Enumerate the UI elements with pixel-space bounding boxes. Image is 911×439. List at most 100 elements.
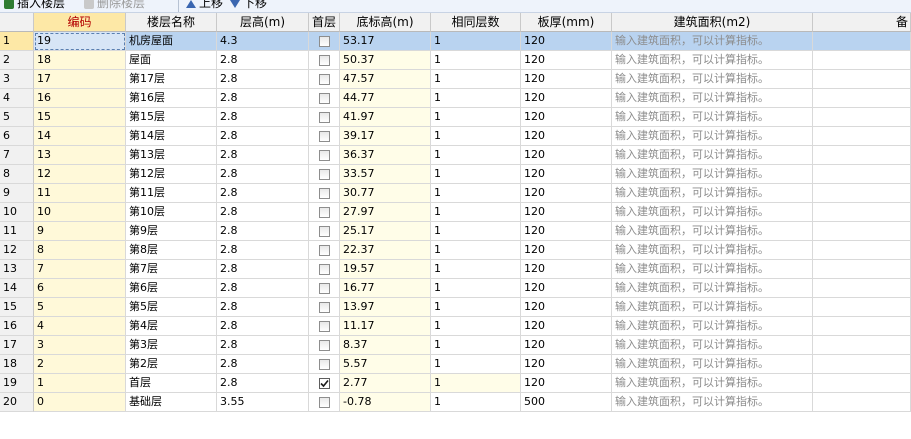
same-count-cell[interactable]: 1 — [431, 222, 521, 241]
bottom-elevation-cell[interactable]: 30.77 — [340, 184, 431, 203]
floor-height-cell[interactable]: 4.3 — [217, 32, 309, 51]
code-cell[interactable]: 1 — [34, 374, 126, 393]
first-floor-checkbox[interactable] — [319, 207, 330, 218]
first-floor-checkbox[interactable] — [319, 74, 330, 85]
remark-cell[interactable] — [813, 184, 911, 203]
slab-thickness-cell[interactable]: 120 — [521, 184, 612, 203]
code-cell[interactable]: 18 — [34, 51, 126, 70]
first-floor-checkbox[interactable] — [319, 264, 330, 275]
table-row[interactable]: 5 15 第15层 2.8 41.97 1 120 输入建筑面积，可以计算指标。 — [0, 108, 911, 127]
first-floor-cell[interactable] — [309, 146, 340, 165]
code-cell[interactable]: 4 — [34, 317, 126, 336]
same-count-cell[interactable]: 1 — [431, 51, 521, 70]
first-floor-cell[interactable] — [309, 317, 340, 336]
same-count-cell[interactable]: 1 — [431, 203, 521, 222]
building-area-cell[interactable]: 输入建筑面积，可以计算指标。 — [612, 203, 813, 222]
floor-height-cell[interactable]: 2.8 — [217, 260, 309, 279]
first-floor-cell[interactable] — [309, 298, 340, 317]
insert-floor-button[interactable]: 插入楼层 — [4, 0, 65, 11]
same-count-cell[interactable]: 1 — [431, 241, 521, 260]
floor-name-cell[interactable]: 第8层 — [126, 241, 217, 260]
first-floor-cell[interactable] — [309, 108, 340, 127]
header-floor-height[interactable]: 层高(m) — [217, 13, 309, 32]
bottom-elevation-cell[interactable]: 50.37 — [340, 51, 431, 70]
code-cell[interactable]: 16 — [34, 89, 126, 108]
building-area-cell[interactable]: 输入建筑面积，可以计算指标。 — [612, 336, 813, 355]
table-row[interactable]: 13 7 第7层 2.8 19.57 1 120 输入建筑面积，可以计算指标。 — [0, 260, 911, 279]
bottom-elevation-cell[interactable]: 25.17 — [340, 222, 431, 241]
same-count-cell[interactable]: 1 — [431, 336, 521, 355]
slab-thickness-cell[interactable]: 120 — [521, 146, 612, 165]
table-row[interactable]: 2 18 屋面 2.8 50.37 1 120 输入建筑面积，可以计算指标。 — [0, 51, 911, 70]
slab-thickness-cell[interactable]: 120 — [521, 317, 612, 336]
first-floor-checkbox[interactable] — [319, 93, 330, 104]
first-floor-checkbox[interactable] — [319, 150, 330, 161]
first-floor-cell[interactable] — [309, 336, 340, 355]
code-cell[interactable]: 14 — [34, 127, 126, 146]
bottom-elevation-cell[interactable]: 5.57 — [340, 355, 431, 374]
header-bottom-elevation[interactable]: 底标高(m) — [340, 13, 431, 32]
slab-thickness-cell[interactable]: 120 — [521, 127, 612, 146]
table-row[interactable]: 3 17 第17层 2.8 47.57 1 120 输入建筑面积，可以计算指标。 — [0, 70, 911, 89]
first-floor-cell[interactable] — [309, 165, 340, 184]
same-count-cell[interactable]: 1 — [431, 70, 521, 89]
code-cell[interactable]: 6 — [34, 279, 126, 298]
floor-name-cell[interactable]: 第4层 — [126, 317, 217, 336]
code-cell[interactable]: 19 — [34, 32, 126, 51]
move-up-button[interactable]: 上移 — [186, 0, 223, 11]
remark-cell[interactable] — [813, 146, 911, 165]
bottom-elevation-cell[interactable]: 36.37 — [340, 146, 431, 165]
bottom-elevation-cell[interactable]: 2.77 — [340, 374, 431, 393]
table-row[interactable]: 6 14 第14层 2.8 39.17 1 120 输入建筑面积，可以计算指标。 — [0, 127, 911, 146]
building-area-cell[interactable]: 输入建筑面积，可以计算指标。 — [612, 317, 813, 336]
floor-height-cell[interactable]: 2.8 — [217, 51, 309, 70]
table-row[interactable]: 16 4 第4层 2.8 11.17 1 120 输入建筑面积，可以计算指标。 — [0, 317, 911, 336]
bottom-elevation-cell[interactable]: 19.57 — [340, 260, 431, 279]
code-cell[interactable]: 11 — [34, 184, 126, 203]
remark-cell[interactable] — [813, 279, 911, 298]
floor-name-cell[interactable]: 屋面 — [126, 51, 217, 70]
table-row[interactable]: 8 12 第12层 2.8 33.57 1 120 输入建筑面积，可以计算指标。 — [0, 165, 911, 184]
building-area-cell[interactable]: 输入建筑面积，可以计算指标。 — [612, 184, 813, 203]
remark-cell[interactable] — [813, 260, 911, 279]
bottom-elevation-cell[interactable]: 27.97 — [340, 203, 431, 222]
floor-name-cell[interactable]: 第15层 — [126, 108, 217, 127]
floor-name-cell[interactable]: 机房屋面 — [126, 32, 217, 51]
bottom-elevation-cell[interactable]: 39.17 — [340, 127, 431, 146]
floor-name-cell[interactable]: 第6层 — [126, 279, 217, 298]
remark-cell[interactable] — [813, 89, 911, 108]
table-row[interactable]: 18 2 第2层 2.8 5.57 1 120 输入建筑面积，可以计算指标。 — [0, 355, 911, 374]
remark-cell[interactable] — [813, 32, 911, 51]
table-row[interactable]: 4 16 第16层 2.8 44.77 1 120 输入建筑面积，可以计算指标。 — [0, 89, 911, 108]
first-floor-cell[interactable] — [309, 355, 340, 374]
table-row[interactable]: 15 5 第5层 2.8 13.97 1 120 输入建筑面积，可以计算指标。 — [0, 298, 911, 317]
remark-cell[interactable] — [813, 203, 911, 222]
first-floor-checkbox[interactable] — [319, 245, 330, 256]
code-cell[interactable]: 13 — [34, 146, 126, 165]
code-cell[interactable]: 9 — [34, 222, 126, 241]
floor-name-cell[interactable]: 第14层 — [126, 127, 217, 146]
first-floor-cell[interactable] — [309, 374, 340, 393]
building-area-cell[interactable]: 输入建筑面积，可以计算指标。 — [612, 165, 813, 184]
same-count-cell[interactable]: 1 — [431, 260, 521, 279]
slab-thickness-cell[interactable]: 120 — [521, 298, 612, 317]
code-cell[interactable]: 2 — [34, 355, 126, 374]
first-floor-cell[interactable] — [309, 127, 340, 146]
same-count-cell[interactable]: 1 — [431, 393, 521, 412]
delete-floor-button[interactable]: 删除楼层 — [84, 0, 145, 11]
first-floor-checkbox[interactable] — [319, 321, 330, 332]
floor-name-cell[interactable]: 首层 — [126, 374, 217, 393]
table-row[interactable]: 1 19 机房屋面 4.3 53.17 1 120 输入建筑面积，可以计算指标。 — [0, 32, 911, 51]
building-area-cell[interactable]: 输入建筑面积，可以计算指标。 — [612, 298, 813, 317]
floor-name-cell[interactable]: 第10层 — [126, 203, 217, 222]
floor-name-cell[interactable]: 第5层 — [126, 298, 217, 317]
slab-thickness-cell[interactable]: 120 — [521, 241, 612, 260]
floor-name-cell[interactable]: 第11层 — [126, 184, 217, 203]
floor-height-cell[interactable]: 2.8 — [217, 184, 309, 203]
floor-height-cell[interactable]: 2.8 — [217, 146, 309, 165]
remark-cell[interactable] — [813, 355, 911, 374]
first-floor-checkbox[interactable] — [319, 378, 330, 389]
first-floor-cell[interactable] — [309, 51, 340, 70]
first-floor-checkbox[interactable] — [319, 36, 330, 47]
floor-height-cell[interactable]: 2.8 — [217, 70, 309, 89]
